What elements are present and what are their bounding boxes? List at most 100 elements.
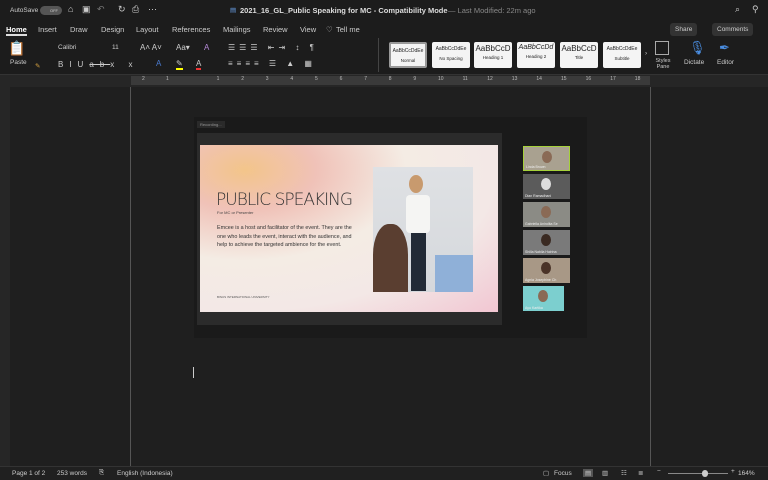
tab-review[interactable]: Review — [263, 25, 288, 34]
participant-name: Gabriella Anindita Se — [525, 222, 558, 226]
styles-more-icon[interactable]: › — [645, 50, 647, 57]
print-layout-icon[interactable]: ▤ — [583, 469, 594, 477]
participant-name: Shilla Nabila Hairina — [525, 250, 557, 254]
focus-button[interactable]: Focus — [554, 470, 572, 477]
home-icon[interactable]: ⌂ — [68, 4, 73, 14]
language[interactable]: English (Indonesia) — [117, 470, 173, 477]
status-bar: Page 1 of 2 253 words ⎘ English (Indones… — [0, 466, 768, 480]
search-icon[interactable]: ⌕ — [735, 4, 740, 15]
ruler-tick-label: 2 — [142, 76, 145, 82]
editor-icon[interactable]: ✒ — [719, 40, 730, 56]
tab-mailings[interactable]: Mailings — [223, 25, 251, 34]
proofing-icon[interactable]: ⎘ — [99, 469, 104, 477]
ruler-tick-label: 10 — [438, 76, 444, 82]
zoom-slider[interactable] — [668, 470, 728, 477]
participant-video: Dian Ramadhani — [523, 174, 570, 199]
lightbulb-icon: ♡ — [326, 25, 333, 34]
ruler-tick-label: 6 — [339, 76, 343, 82]
page-edge-right — [650, 87, 651, 466]
ruler-tick-label: 15 — [561, 76, 567, 82]
tab-references[interactable]: References — [172, 25, 210, 34]
editor-label[interactable]: Editor — [717, 59, 734, 66]
redo-icon[interactable]: ↻ — [118, 4, 126, 15]
undo-icon[interactable]: ↶ — [97, 4, 105, 15]
outline-icon[interactable]: ☷ — [621, 469, 627, 477]
divider — [378, 38, 379, 72]
autosave-label: AutoSave — [10, 7, 39, 14]
zoom-out-icon[interactable]: − — [657, 468, 661, 475]
zoom-slider-thumb[interactable] — [702, 470, 709, 477]
recording-indicator: Recording... — [197, 121, 225, 128]
ruler-tick-label: 11 — [462, 76, 468, 82]
slide-subtitle: For MC or Presenter — [217, 210, 254, 215]
style-normal[interactable]: AaBbCcDdEe Normal — [389, 42, 427, 68]
zoom-level[interactable]: 164% — [738, 470, 755, 477]
style-heading-1[interactable]: AaBbCcD Heading 1 — [474, 42, 512, 68]
style-heading-2[interactable]: AaBbCcDd Heading 2 — [517, 42, 555, 68]
font-name-select[interactable]: Calibri — [56, 43, 136, 53]
focus-icon[interactable]: ▢ — [543, 469, 549, 477]
page-edge-left — [130, 87, 131, 466]
page-count[interactable]: Page 1 of 2 — [12, 470, 45, 477]
comments-button[interactable]: Comments — [712, 23, 754, 36]
tab-tell-me[interactable]: Tell me — [336, 25, 360, 34]
draft-icon[interactable]: ≣ — [638, 469, 643, 477]
clear-format-icon[interactable]: A — [204, 43, 209, 52]
format-painter-icon[interactable]: ✎ — [35, 62, 40, 70]
embedded-screenshot[interactable]: Recording... PUBLIC SPEAKING For MC or P… — [194, 117, 587, 338]
tab-layout[interactable]: Layout — [136, 25, 159, 34]
zoom-in-icon[interactable]: + — [731, 468, 735, 475]
print-icon[interactable]: ⎙ — [132, 4, 139, 15]
speaker-photo — [373, 167, 473, 292]
font-color-icon[interactable]: A — [196, 59, 202, 70]
save-icon[interactable]: ▣ — [82, 4, 91, 15]
font-size-select[interactable]: 11 — [112, 44, 119, 51]
ruler-tick-label: 1 — [166, 76, 169, 82]
microphone-icon[interactable]: 🎙 — [689, 40, 706, 56]
style-sample: AaBbCcDdEe — [392, 48, 424, 54]
ruler-tick-label: 17 — [610, 76, 616, 82]
participant-video: Linda Brown — [523, 146, 570, 171]
ruler-tick-label: 5 — [315, 76, 318, 82]
title-bar: AutoSave OFF ⌂ ▣ ↶ ↻ ⎙ ⋯ ▤ 2021_16_GL_Pu… — [0, 0, 768, 21]
text-effects-icon[interactable]: A — [156, 59, 161, 68]
slide-body: Emcee is a host and facilitator of the e… — [217, 225, 352, 248]
horizontal-ruler[interactable]: 2 1 1 2 3 4 5 6 7 8 9 10 11 12 13 14 15 16 17 18 — [0, 75, 768, 87]
tab-design[interactable]: Design — [101, 25, 124, 34]
style-title[interactable]: AaBbCcD Title — [560, 42, 598, 68]
styles-pane-label[interactable]: Styles Pane — [653, 58, 673, 70]
participant-video: Shilla Nabila Hairina — [523, 230, 570, 255]
ruler-tick-label: 2 — [241, 76, 244, 82]
format-buttons[interactable]: BIUabx x — [58, 60, 138, 69]
style-no-spacing[interactable]: AaBbCcDdEe No Spacing — [432, 42, 470, 68]
web-layout-icon[interactable]: ▥ — [602, 469, 608, 477]
participant-name: Agnia Josephine Ch — [525, 278, 557, 282]
style-subtitle[interactable]: AaBbCcDdEe Subtitle — [603, 42, 641, 68]
dictate-label[interactable]: Dictate — [684, 59, 704, 66]
autosave-toggle[interactable]: OFF — [40, 6, 62, 15]
change-case-icon[interactable]: Aa▾ — [176, 43, 190, 52]
paste-label[interactable]: Paste — [10, 59, 27, 66]
ruler-tick-label: 8 — [388, 76, 392, 82]
align-icons[interactable]: ≡≡≡≡ ☰ ▲ ▦ — [228, 59, 316, 68]
styles-pane-icon[interactable] — [655, 41, 669, 55]
account-icon[interactable]: ⚲ — [752, 4, 759, 15]
font-grow-icon[interactable]: A˄ A˅ — [140, 43, 162, 52]
vertical-ruler[interactable] — [0, 87, 10, 466]
participant-video: Gabriella Anindita Se — [523, 202, 570, 227]
share-button[interactable]: Share — [670, 23, 698, 36]
list-icons[interactable]: ☰☰☰ ⇤⇥ ↕ ¶ — [228, 43, 318, 52]
word-count[interactable]: 253 words — [57, 470, 87, 477]
style-label: Title — [574, 55, 584, 60]
tab-draw[interactable]: Draw — [70, 25, 88, 34]
participant-video: Agnia Josephine Ch — [523, 258, 570, 283]
paste-icon[interactable]: 📋 — [8, 40, 25, 57]
text-cursor — [193, 367, 194, 378]
tab-home[interactable]: Home — [6, 25, 27, 36]
more-icon[interactable]: ⋯ — [148, 4, 157, 15]
tab-insert[interactable]: Insert — [38, 25, 57, 34]
style-sample: AaBbCcD — [475, 44, 511, 53]
participant-name: Linda Brown — [526, 165, 546, 169]
highlight-icon[interactable]: ✎ — [176, 59, 183, 70]
tab-view[interactable]: View — [300, 25, 316, 34]
